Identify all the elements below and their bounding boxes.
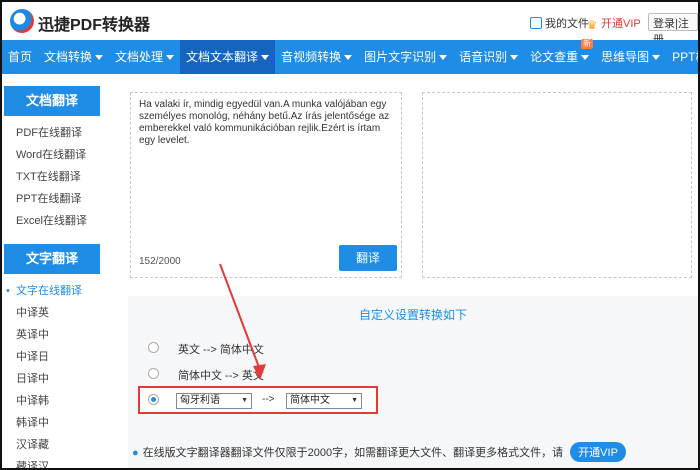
direction-separator: --> [262,394,275,405]
sidebar-item[interactable]: 中译日 [2,346,102,368]
nav-item[interactable]: 论文查重新 [524,39,595,74]
nav-item[interactable]: 首页 [2,40,38,74]
option-label: 简体中文 --> 英文 [178,370,264,382]
nav-item-label: 图片文字识别 [364,50,437,64]
caret-down-icon [95,55,104,60]
sidebar-doc-items: PDF在线翻译 Word在线翻译 TXT在线翻译 PPT在线翻译 Excel在线翻译 [2,122,102,232]
caret-down-icon [652,55,661,60]
nav-item-label: 音视频转换 [281,50,342,64]
custom-language-row: 匈牙利语 --> 简体中文 [138,386,378,414]
new-badge: 新 [581,39,594,49]
brand-logo-icon[interactable] [10,9,34,33]
nav-item-label: 语音识别 [459,50,508,64]
notice: ● 在线版文字翻译器翻译文件仅限于2000字，如需翻译更大文件、翻译更多格式文件，… [132,442,626,462]
vip-label: 开通VIP [601,18,641,30]
sidebar-item[interactable]: 汉译藏 [2,434,102,456]
my-files-link[interactable]: 我的文件 [530,15,589,31]
sidebar-item[interactable]: Word在线翻译 [2,144,102,166]
nav-item[interactable]: 语音识别 [453,40,524,74]
sidebar: 文档翻译 PDF在线翻译 Word在线翻译 TXT在线翻译 PPT在线翻译 Excel在… [2,74,102,468]
sidebar-item[interactable]: 英译中 [2,324,102,346]
nav-item-label: 首页 [8,50,33,64]
source-text[interactable]: Ha valaki ír, mindig egyedül van.A munka… [139,99,397,147]
sidebar-item[interactable]: 中译英 [2,302,102,324]
caret-down-icon [510,55,519,60]
sidebar-heading-text-translate: 文字翻译 [4,244,100,274]
main-nav: 首页 文档转换 文档处理 文档文本翻译 音视频转换 图片文字识别 语音识别 论文查重新思维导图… [2,39,698,74]
nav-item[interactable]: 文档处理 [109,40,180,74]
login-register: 登录|注册 [648,13,698,46]
sidebar-item[interactable]: PPT在线翻译 [2,188,102,210]
nav-item[interactable]: 图片文字识别 [358,40,453,74]
sidebar-item[interactable]: 日译中 [2,368,102,390]
source-language-select[interactable]: 匈牙利语 [176,393,252,409]
radio-button[interactable] [148,342,159,353]
nav-item[interactable]: 文档转换 [38,40,109,74]
caret-down-icon [581,55,590,60]
nav-item-label: 文档转换 [44,50,93,64]
nav-item[interactable]: 音视频转换 [275,40,358,74]
translate-button[interactable]: 翻译 [339,245,397,271]
vip-upgrade-button[interactable]: 开通VIP [570,442,626,462]
nav-item-label: 论文查重 [530,50,579,64]
nav-item[interactable]: PPT模板 [666,40,698,74]
sidebar-item[interactable]: 韩译中 [2,412,102,434]
sidebar-item[interactable]: PDF在线翻译 [2,122,102,144]
sidebar-item[interactable]: Excel在线翻译 [2,210,102,232]
settings-title: 自定义设置转换如下 [358,308,467,322]
sidebar-item[interactable]: TXT在线翻译 [2,166,102,188]
caret-down-icon [439,55,448,60]
translation-output-area[interactable] [422,92,692,278]
sidebar-heading-doc-translate: 文档翻译 [4,86,100,116]
target-language-select[interactable]: 简体中文 [286,393,362,409]
char-counter: 152/2000 [139,256,181,267]
caret-down-icon [166,55,175,60]
nav-item-label: PPT模板 [672,50,698,64]
my-files-label: 我的文件 [545,18,589,30]
nav-item[interactable]: 思维导图 [595,40,666,74]
caret-down-icon [261,55,270,60]
crown-icon: ♛ [586,18,598,32]
vip-link[interactable]: ♛ 开通VIP [586,15,641,31]
document-icon [530,17,542,29]
top-bar: 迅捷PDF转换器 我的文件 ♛开通VIP 登录|注册 [2,2,698,46]
option-label: 英文 --> 简体中文 [178,344,264,356]
source-text-area[interactable]: Ha valaki ír, mindig egyedül van.A munka… [130,92,402,278]
sidebar-item[interactable]: 文字在线翻译 [2,280,102,302]
nav-item-label: 思维导图 [601,50,650,64]
caret-down-icon [344,55,353,60]
app-window: 迅捷PDF转换器 我的文件 ♛开通VIP 登录|注册 首页文档转换文档处理文档文… [0,0,700,470]
sidebar-item[interactable]: 中译韩 [2,390,102,412]
main-content: Ha valaki ír, mindig egyedül van.A munka… [112,74,698,468]
nav-item-label: 文档文本翻译 [186,50,259,64]
sidebar-text-items: 文字在线翻译中译英英译中中译日日译中中译韩韩译中汉译藏藏译汉 [2,280,102,468]
bullet-icon: ● [132,447,139,459]
nav-item[interactable]: 文档文本翻译 [180,40,276,74]
radio-button-selected[interactable] [148,394,159,405]
notice-text: 在线版文字翻译器翻译文件仅限于2000字，如需翻译更大文件、翻译更多格式文件，请 [142,447,564,459]
brand-name[interactable]: 迅捷PDF转换器 [38,11,150,35]
login-button[interactable]: 登录 [653,18,675,30]
nav-item-label: 文档处理 [115,50,164,64]
sidebar-item[interactable]: 藏译汉 [2,456,102,468]
radio-button[interactable] [148,368,159,379]
